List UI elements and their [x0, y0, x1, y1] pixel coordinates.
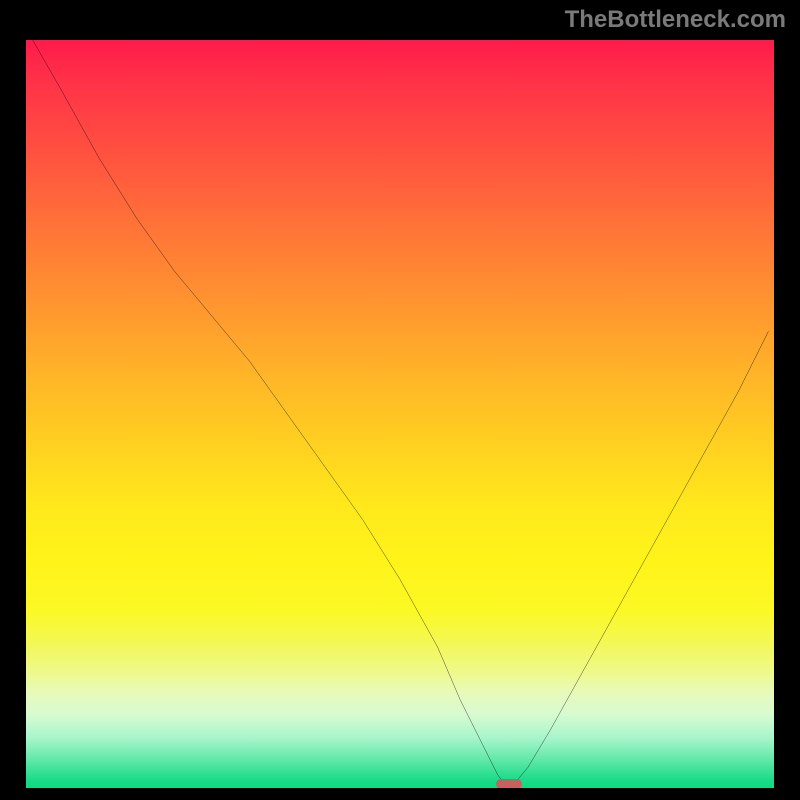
curve-path — [32, 38, 769, 790]
watermark-text: TheBottleneck.com — [565, 6, 786, 34]
chart-container: TheBottleneck.com — [0, 0, 800, 800]
bottleneck-curve — [24, 38, 776, 790]
plot-area — [24, 38, 776, 790]
dip-marker — [496, 779, 522, 788]
